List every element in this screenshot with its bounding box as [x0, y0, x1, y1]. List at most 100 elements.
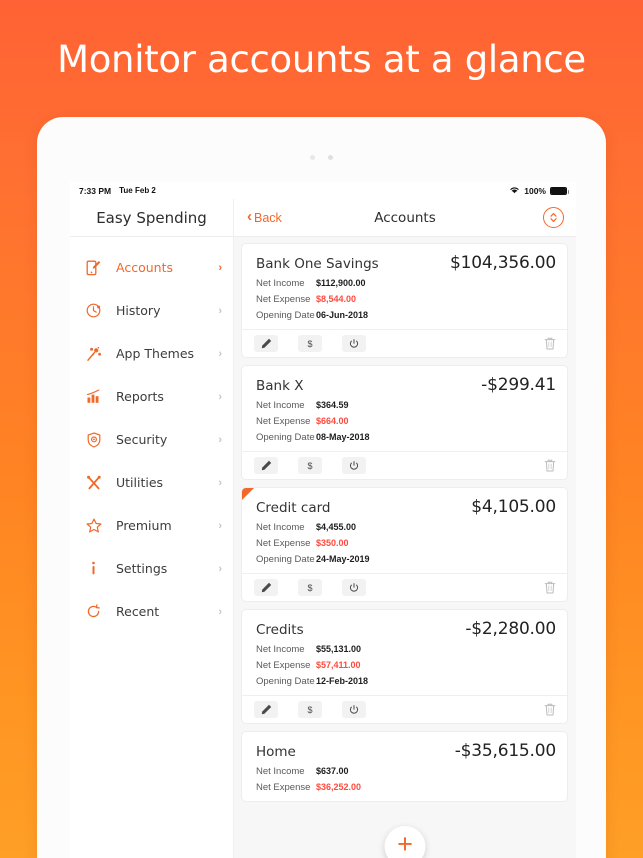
plus-icon: + [397, 829, 413, 858]
star-icon [83, 518, 104, 533]
note-pencil-icon [83, 260, 104, 276]
account-balance: -$35,615.00 [454, 741, 556, 761]
clock-icon [83, 303, 104, 318]
front-camera-icon [328, 155, 333, 160]
sidebar-item-label: Utilities [116, 475, 164, 490]
bar-chart-icon [83, 389, 104, 404]
net-expense-label: Net Expense [256, 782, 311, 793]
power-icon [349, 338, 359, 348]
delete-account-button[interactable] [544, 581, 556, 594]
sidebar-item-premium[interactable]: Premium › [70, 504, 233, 547]
trash-icon [544, 337, 556, 350]
account-card[interactable]: Bank X -$299.41 Net Income $364.59 Net E… [241, 365, 568, 480]
net-expense-row: Net Expense $36,252.00 [256, 782, 556, 793]
net-income-label: Net Income [256, 644, 305, 655]
toggle-account-button[interactable] [342, 579, 366, 596]
edit-account-button[interactable] [254, 701, 278, 718]
sort-button[interactable] [543, 207, 564, 228]
sidebar-item-reports[interactable]: Reports › [70, 375, 233, 418]
battery-percent: 100% [524, 185, 546, 196]
account-card[interactable]: Credits -$2,280.00 Net Income $55,131.00… [241, 609, 568, 724]
transactions-button[interactable]: $ [298, 701, 322, 718]
account-balance: -$299.41 [481, 375, 556, 395]
power-icon [349, 582, 359, 592]
sidebar-item-security[interactable]: Security › [70, 418, 233, 461]
net-income-value: $364.59 [316, 400, 349, 410]
trash-icon [544, 581, 556, 594]
net-income-label: Net Income [256, 400, 305, 411]
sidebar: Accounts › History › App Themes › Report… [70, 237, 234, 858]
pencil-icon [261, 582, 271, 593]
net-income-value: $55,131.00 [316, 644, 362, 654]
transactions-button[interactable]: $ [298, 457, 322, 474]
tools-icon [83, 475, 104, 491]
opening-date-row: Opening Date 12-Feb-2018 [256, 676, 556, 687]
trash-icon [544, 703, 556, 716]
account-name: Credits [256, 622, 304, 638]
sidebar-item-label: Settings [116, 561, 168, 576]
chevron-right-icon: › [218, 433, 222, 446]
toggle-account-button[interactable] [342, 335, 366, 352]
info-icon [83, 561, 104, 576]
account-card[interactable]: Credit card $4,105.00 Net Income $4,455.… [241, 487, 568, 602]
delete-account-button[interactable] [544, 703, 556, 716]
nav-right: ‹ Back Accounts [234, 199, 576, 236]
sidebar-item-label: Reports [116, 389, 164, 404]
account-name: Credit card [256, 500, 331, 516]
pencil-icon [261, 704, 271, 715]
net-expense-value: $350.00 [316, 538, 349, 548]
back-button[interactable]: ‹ Back [247, 208, 282, 225]
opening-date-label: Opening Date [256, 432, 315, 443]
edit-account-button[interactable] [254, 335, 278, 352]
net-expense-value: $36,252.00 [316, 782, 362, 792]
net-expense-label: Net Expense [256, 538, 311, 549]
battery-full-icon [550, 186, 569, 195]
account-card-body: Credit card $4,105.00 Net Income $4,455.… [242, 488, 567, 573]
toggle-account-button[interactable] [342, 701, 366, 718]
account-name: Home [256, 744, 296, 760]
toggle-account-button[interactable] [342, 457, 366, 474]
account-card-body: Home -$35,615.00 Net Income $637.00 Net … [242, 732, 567, 801]
sidebar-item-history[interactable]: History › [70, 289, 233, 332]
account-card-actions: $ [242, 451, 567, 479]
account-card[interactable]: Home -$35,615.00 Net Income $637.00 Net … [241, 731, 568, 802]
sidebar-item-label: App Themes [116, 346, 195, 361]
account-card-actions: $ [242, 329, 567, 357]
net-income-value: $637.00 [316, 766, 349, 776]
delete-account-button[interactable] [544, 337, 556, 350]
add-account-button[interactable]: + [384, 826, 426, 858]
net-expense-value: $57,411.00 [316, 660, 361, 670]
transactions-button[interactable]: $ [298, 579, 322, 596]
edit-account-button[interactable] [254, 457, 278, 474]
wifi-icon [509, 186, 520, 196]
chevron-left-icon: ‹ [247, 208, 252, 225]
sidebar-item-label: Premium [116, 518, 172, 533]
edit-account-button[interactable] [254, 579, 278, 596]
paint-splatter-icon [83, 346, 104, 362]
power-icon [349, 460, 359, 470]
sidebar-item-recent[interactable]: Recent › [70, 590, 233, 633]
sidebar-item-accounts[interactable]: Accounts › [70, 246, 233, 289]
account-card-actions: $ [242, 573, 567, 601]
sensor-dot-icon [310, 155, 315, 160]
opening-date-value: 12-Feb-2018 [316, 676, 369, 686]
opening-date-value: 06-Jun-2018 [316, 310, 369, 320]
chevron-right-icon: › [218, 347, 222, 360]
transactions-button[interactable]: $ [298, 335, 322, 352]
net-income-row: Net Income $4,455.00 [256, 522, 556, 533]
accounts-list[interactable]: Bank One Savings $104,356.00 Net Income … [234, 237, 576, 858]
dollar-icon: $ [307, 338, 313, 349]
account-card[interactable]: Bank One Savings $104,356.00 Net Income … [241, 243, 568, 358]
account-card-body: Bank X -$299.41 Net Income $364.59 Net E… [242, 366, 567, 451]
sidebar-item-utilities[interactable]: Utilities › [70, 461, 233, 504]
delete-account-button[interactable] [544, 459, 556, 472]
pencil-icon [261, 338, 271, 349]
sidebar-item-app-themes[interactable]: App Themes › [70, 332, 233, 375]
account-card-header: Credit card $4,105.00 [256, 497, 556, 517]
sort-up-down-icon [550, 213, 557, 222]
opening-date-row: Opening Date 08-May-2018 [256, 432, 556, 443]
refresh-icon [83, 604, 104, 619]
sidebar-item-settings[interactable]: Settings › [70, 547, 233, 590]
net-income-row: Net Income $112,900.00 [256, 278, 556, 289]
net-income-value: $112,900.00 [316, 278, 366, 288]
